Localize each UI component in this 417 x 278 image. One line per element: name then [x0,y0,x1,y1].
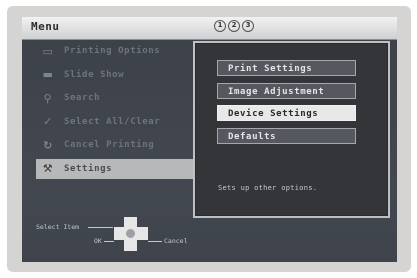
menu-item-printing-options[interactable]: ▭ Printing Options [36,41,196,61]
ok-label: OK [94,237,102,245]
image-adjustment-button[interactable]: Image Adjustment [217,83,356,99]
cancel-print-icon: ↻ [43,138,53,152]
menu-item-label: Slide Show [64,69,125,80]
menu-item-label: Printing Options [64,46,161,56]
menu-item-select-all-clear[interactable]: ✓ Select All/Clear [36,112,196,132]
menu-item-search[interactable]: ⚲ Search [36,88,196,108]
hint-connector [104,241,114,242]
status-icons: 1 2 3 [214,20,254,32]
dpad-icon [114,217,148,251]
menu-item-label: Search [64,93,101,103]
menu-title: Menu [31,20,60,33]
menu-item-label: Select All/Clear [64,116,161,127]
mode-3-icon: 3 [242,20,254,32]
select-item-label: Select Item [36,223,80,231]
printer-icon: ▭ [42,44,54,58]
menu-header-bar: Menu 1 2 3 [22,17,397,40]
film-icon: ▬ [42,68,54,81]
hint-connector [88,227,113,228]
search-icon: ⚲ [43,91,53,105]
cancel-label: Cancel [164,237,188,245]
menu-item-label: Settings [64,163,113,174]
help-text: Sets up other options. [218,184,318,192]
print-settings-button[interactable]: Print Settings [217,60,356,76]
checkmark-icon: ✓ [43,115,53,128]
navigation-hint: Select Item OK Cancel [36,217,216,257]
device-settings-button[interactable]: Device Settings [217,105,356,121]
settings-submenu-panel: Print Settings Image Adjustment Device S… [193,41,390,218]
mode-1-icon: 1 [214,20,226,32]
wrench-icon: ⚒ [42,162,54,175]
mode-2-icon: 2 [228,20,240,32]
defaults-button[interactable]: Defaults [217,128,356,144]
main-menu-list: ▭ Printing Options ▬ Slide Show ⚲ Search… [36,41,196,182]
lcd-screen: Menu 1 2 3 ▭ Printing Options ▬ Slide Sh… [22,17,397,262]
menu-item-cancel-printing[interactable]: ↻ Cancel Printing [36,135,196,155]
menu-item-slide-show[interactable]: ▬ Slide Show [36,65,196,85]
menu-item-settings[interactable]: ⚒ Settings [36,158,196,179]
menu-item-label: Cancel Printing [64,140,155,150]
hint-connector [148,241,162,242]
